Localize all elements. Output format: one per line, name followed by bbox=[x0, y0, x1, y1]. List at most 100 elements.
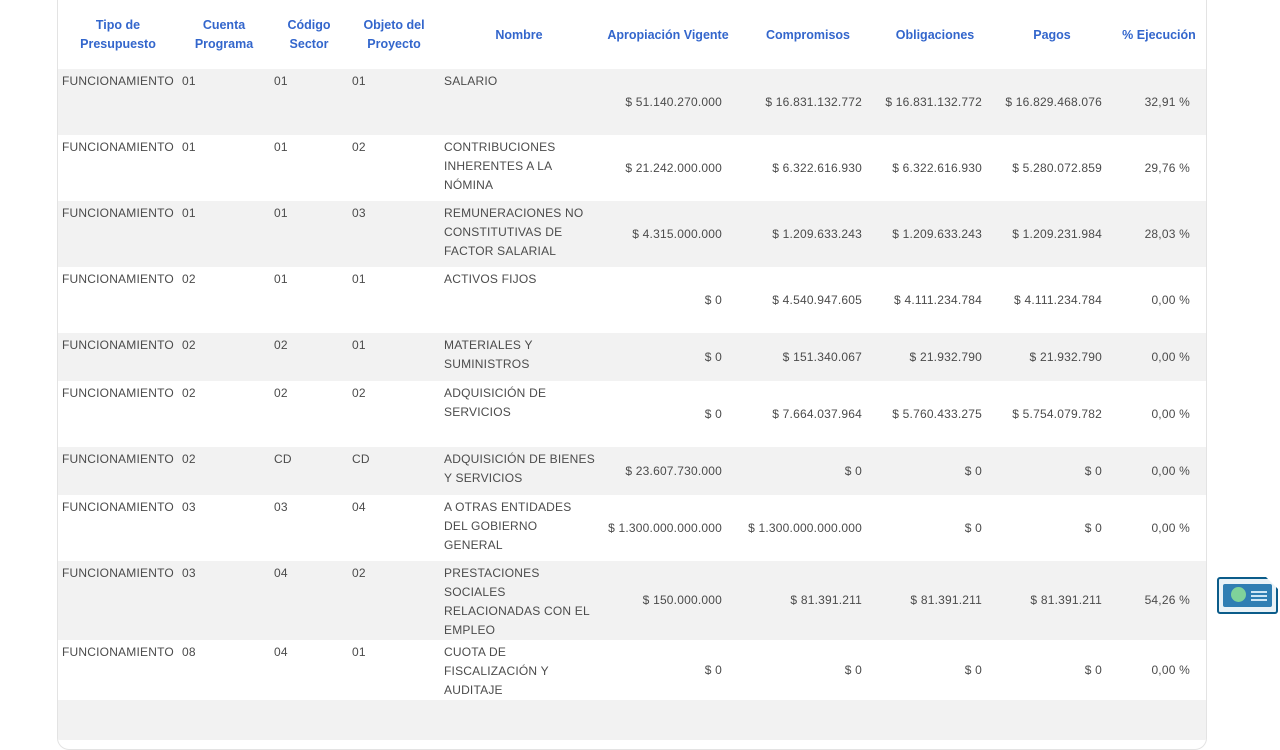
cell-sector: 02 bbox=[274, 338, 288, 352]
cell-apropiacion: $ 23.607.730.000 bbox=[625, 463, 722, 478]
cell-obligaciones: $ 1.209.633.243 bbox=[892, 226, 982, 241]
cell-cuenta: 02 bbox=[182, 272, 196, 286]
cell-pagos: $ 16.829.468.076 bbox=[1005, 94, 1102, 109]
cell-objeto: 01 bbox=[352, 645, 366, 659]
cell-compromisos: $ 1.300.000.000.000 bbox=[748, 520, 862, 535]
table-row: FUNCIONAMIENTO 02 02 02 ADQUISICIÓN DE S… bbox=[58, 381, 1206, 447]
cell-sector: 01 bbox=[274, 272, 288, 286]
cell-pagos: $ 1.209.231.984 bbox=[1012, 226, 1102, 241]
table-row: FUNCIONAMIENTO 01 01 01 SALARIO $ 51.140… bbox=[58, 69, 1206, 135]
col-header-cuenta[interactable]: Cuenta Programa bbox=[178, 1, 270, 69]
cell-tipo: FUNCIONAMIENTO bbox=[62, 500, 174, 514]
cell-sector: 03 bbox=[274, 500, 288, 514]
col-header-tipo[interactable]: Tipo de Presupuesto bbox=[58, 1, 178, 69]
cell-compromisos: $ 16.831.132.772 bbox=[765, 94, 862, 109]
budget-table-card: Tipo de Presupuesto Cuenta Programa Códi… bbox=[57, 0, 1207, 750]
cell-cuenta: 01 bbox=[182, 140, 196, 154]
cell-obligaciones: $ 4.111.234.784 bbox=[894, 292, 982, 307]
cell-apropiacion: $ 150.000.000 bbox=[642, 593, 722, 607]
budget-execution-table: Tipo de Presupuesto Cuenta Programa Códi… bbox=[58, 1, 1206, 740]
cell-apropiacion: $ 1.300.000.000.000 bbox=[608, 520, 722, 535]
cell-tipo: FUNCIONAMIENTO bbox=[62, 74, 174, 88]
cell-ejecucion: 0,00 % bbox=[1151, 463, 1190, 478]
cell-sector: 04 bbox=[274, 566, 288, 580]
cell-compromisos: $ 81.391.211 bbox=[790, 593, 862, 607]
menu-line-icon bbox=[1251, 599, 1267, 601]
cell-compromisos: $ 0 bbox=[844, 463, 862, 478]
cell-pagos: $ 0 bbox=[1084, 463, 1102, 478]
cell-objeto: 02 bbox=[352, 140, 366, 154]
cell-tipo: FUNCIONAMIENTO bbox=[62, 206, 174, 220]
cell-apropiacion: $ 0 bbox=[704, 406, 722, 421]
table-row: FUNCIONAMIENTO 01 01 03 REMUNERACIONES N… bbox=[58, 201, 1206, 267]
col-header-obligaciones[interactable]: Obligaciones bbox=[878, 1, 992, 69]
cell-pagos: $ 81.391.211 bbox=[1030, 593, 1102, 607]
cell-tipo: FUNCIONAMIENTO bbox=[62, 452, 174, 466]
cell-ejecucion: 28,03 % bbox=[1144, 226, 1190, 241]
cell-objeto: 02 bbox=[352, 386, 366, 400]
cell-sector: CD bbox=[274, 452, 292, 466]
col-header-compromisos[interactable]: Compromisos bbox=[738, 1, 878, 69]
cell-cuenta: 02 bbox=[182, 386, 196, 400]
cell-tipo: FUNCIONAMIENTO bbox=[62, 272, 174, 286]
cell-pagos: $ 0 bbox=[1084, 662, 1102, 677]
cell-obligaciones: $ 6.322.616.930 bbox=[892, 160, 982, 175]
cell-pagos: $ 4.111.234.784 bbox=[1014, 292, 1102, 307]
cell-obligaciones: $ 5.760.433.275 bbox=[892, 406, 982, 421]
cell-pagos: $ 5.280.072.859 bbox=[1012, 160, 1102, 175]
cell-tipo: FUNCIONAMIENTO bbox=[62, 140, 174, 154]
cell-cuenta: 01 bbox=[182, 74, 196, 88]
cell-compromisos: $ 151.340.067 bbox=[782, 349, 862, 364]
cell-ejecucion: 0,00 % bbox=[1151, 662, 1190, 677]
table-row-partial bbox=[58, 700, 1206, 740]
cell-cuenta: 08 bbox=[182, 645, 196, 659]
menu-line-icon bbox=[1251, 591, 1267, 593]
cell-nombre: ADQUISICIÓN DE SERVICIOS bbox=[444, 386, 547, 419]
col-header-objeto[interactable]: Objeto del Proyecto bbox=[348, 1, 440, 69]
cell-cuenta: 02 bbox=[182, 452, 196, 466]
cell-objeto: CD bbox=[352, 452, 370, 466]
cell-apropiacion: $ 0 bbox=[704, 292, 722, 307]
cell-pagos: $ 5.754.079.782 bbox=[1012, 406, 1102, 421]
cell-pagos: $ 0 bbox=[1084, 520, 1102, 535]
cell-ejecucion: 54,26 % bbox=[1144, 593, 1190, 607]
table-row: FUNCIONAMIENTO 02 02 01 MATERIALES Y SUM… bbox=[58, 333, 1206, 381]
cell-tipo: FUNCIONAMIENTO bbox=[62, 645, 174, 659]
cell-ejecucion: 0,00 % bbox=[1151, 520, 1190, 535]
table-row: FUNCIONAMIENTO 03 03 04 A OTRAS ENTIDADE… bbox=[58, 495, 1206, 561]
cell-tipo: FUNCIONAMIENTO bbox=[62, 566, 174, 580]
table-row: FUNCIONAMIENTO 03 04 02 PRESTACIONES SOC… bbox=[58, 561, 1206, 640]
col-header-sector[interactable]: Código Sector bbox=[270, 1, 348, 69]
table-row bbox=[58, 700, 1206, 740]
cell-tipo: FUNCIONAMIENTO bbox=[62, 386, 174, 400]
cell-objeto: 01 bbox=[352, 74, 366, 88]
accessibility-widget-icon[interactable] bbox=[1217, 577, 1278, 614]
cell-nombre: ADQUISICIÓN DE BIENES Y SERVICIOS bbox=[444, 452, 595, 485]
col-header-pagos[interactable]: Pagos bbox=[992, 1, 1112, 69]
col-header-apropiacion[interactable]: Apropiación Vigente bbox=[598, 1, 738, 69]
cell-cuenta: 01 bbox=[182, 206, 196, 220]
cell-ejecucion: 29,76 % bbox=[1144, 160, 1190, 175]
cell-obligaciones: $ 0 bbox=[964, 520, 982, 535]
cell-compromisos: $ 0 bbox=[844, 662, 862, 677]
cell-objeto: 03 bbox=[352, 206, 366, 220]
cell-sector: 01 bbox=[274, 206, 288, 220]
cell-ejecucion: 0,00 % bbox=[1151, 292, 1190, 307]
menu-line-icon bbox=[1251, 595, 1267, 597]
cell-obligaciones: $ 16.831.132.772 bbox=[885, 94, 982, 109]
cell-sector: 02 bbox=[274, 386, 288, 400]
cell-obligaciones: $ 0 bbox=[964, 463, 982, 478]
col-header-nombre[interactable]: Nombre bbox=[440, 1, 598, 69]
cell-nombre: REMUNERACIONES NO CONSTITUTIVAS DE FACTO… bbox=[444, 206, 584, 258]
col-header-ejecucion[interactable]: % Ejecución bbox=[1112, 1, 1206, 69]
cell-compromisos: $ 4.540.947.605 bbox=[772, 292, 862, 307]
cell-sector: 04 bbox=[274, 645, 288, 659]
cell-nombre: ACTIVOS FIJOS bbox=[444, 272, 537, 286]
cell-obligaciones: $ 81.391.211 bbox=[910, 593, 982, 607]
person-icon bbox=[1231, 587, 1246, 602]
table-row: FUNCIONAMIENTO 02 01 01 ACTIVOS FIJOS $ … bbox=[58, 267, 1206, 333]
cell-compromisos: $ 6.322.616.930 bbox=[772, 160, 862, 175]
cell-cuenta: 03 bbox=[182, 500, 196, 514]
cell-nombre: SALARIO bbox=[444, 74, 498, 88]
table-row: FUNCIONAMIENTO 08 04 01 CUOTA DE FISCALI… bbox=[58, 640, 1206, 700]
